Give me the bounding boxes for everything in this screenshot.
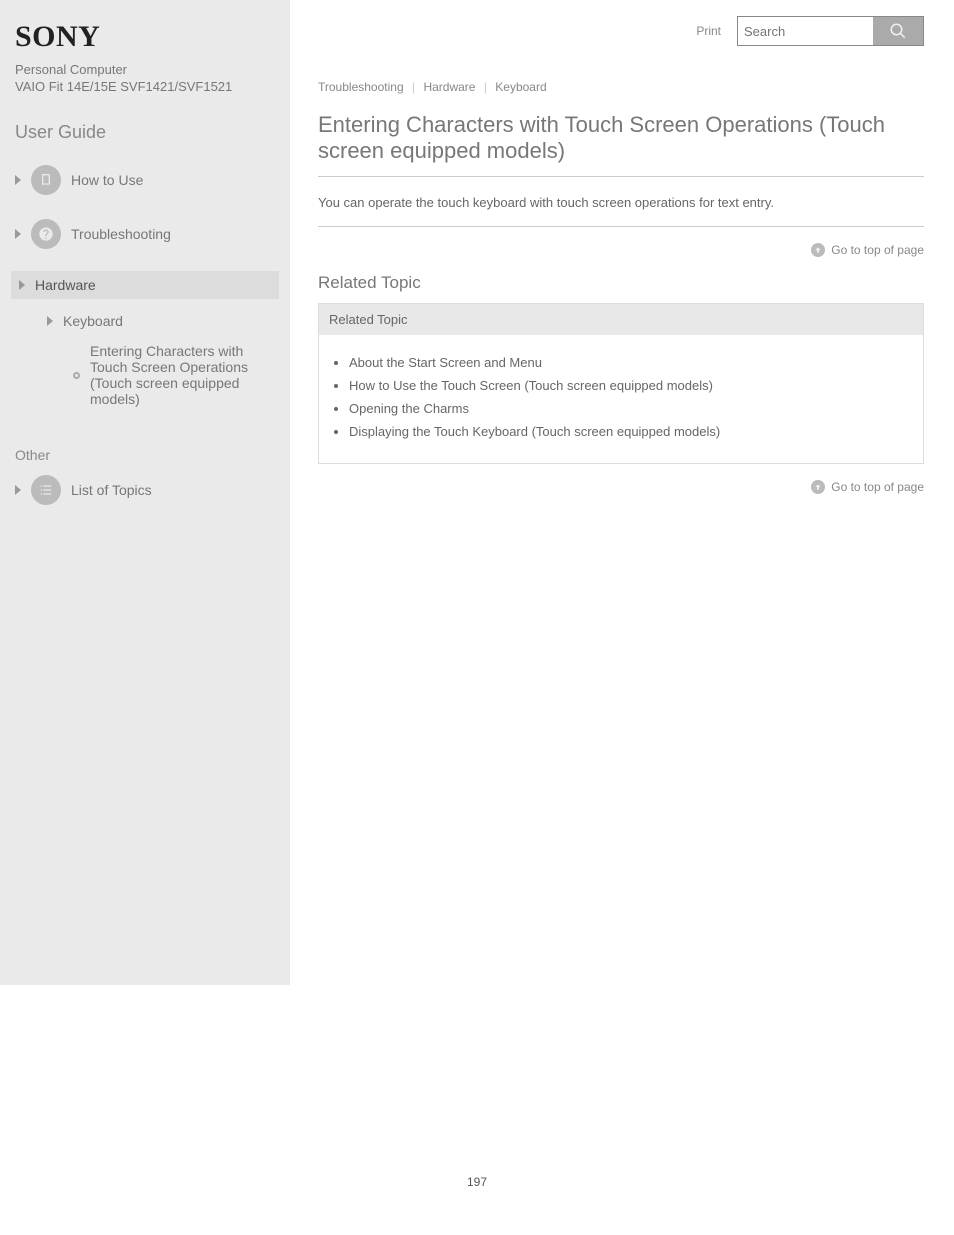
other-heading: Other xyxy=(15,447,275,463)
nav-troubleshooting[interactable]: Troubleshooting xyxy=(15,217,275,251)
related-item[interactable]: Displaying the Touch Keyboard (Touch scr… xyxy=(349,424,901,439)
main-content: Print Troubleshooting | Hardware | Keybo… xyxy=(290,0,954,985)
question-icon xyxy=(31,219,61,249)
nav-label: Entering Characters with Touch Screen Op… xyxy=(90,343,275,407)
book-icon xyxy=(31,165,61,195)
goto-top-label: Go to top of page xyxy=(831,480,924,494)
arrow-up-icon xyxy=(811,243,825,257)
search-box xyxy=(737,16,924,46)
user-guide-heading: User Guide xyxy=(15,122,275,143)
search-button[interactable] xyxy=(873,17,923,45)
nav-label: List of Topics xyxy=(71,482,152,498)
nav-label: Hardware xyxy=(35,277,96,293)
breadcrumb-separator: | xyxy=(412,80,415,94)
page-number: 197 xyxy=(0,985,954,1219)
related-box: Related Topic About the Start Screen and… xyxy=(318,303,924,464)
arrow-up-icon xyxy=(811,480,825,494)
nav-hardware[interactable]: Hardware xyxy=(11,271,279,299)
bullet-icon xyxy=(73,372,80,379)
nav-how-to-use[interactable]: How to Use xyxy=(15,163,275,197)
sidebar: SONY Personal Computer VAIO Fit 14E/15E … xyxy=(0,0,290,985)
list-icon xyxy=(31,475,61,505)
article-body: You can operate the touch keyboard with … xyxy=(318,193,924,214)
goto-top-link[interactable]: Go to top of page xyxy=(318,480,924,494)
top-row: Print xyxy=(318,16,924,46)
breadcrumb-separator: | xyxy=(484,80,487,94)
nav-label: How to Use xyxy=(71,172,143,188)
nav-keyboard[interactable]: Keyboard xyxy=(47,313,275,329)
related-item[interactable]: Opening the Charms xyxy=(349,401,901,416)
divider xyxy=(318,176,924,177)
breadcrumb: Troubleshooting | Hardware | Keyboard xyxy=(318,80,924,94)
nav-current-topic[interactable]: Entering Characters with Touch Screen Op… xyxy=(73,343,275,407)
chevron-right-icon xyxy=(19,280,25,290)
nav-label: Keyboard xyxy=(63,313,123,329)
divider xyxy=(318,226,924,227)
breadcrumb-item[interactable]: Troubleshooting xyxy=(318,80,404,94)
goto-top-label: Go to top of page xyxy=(831,243,924,257)
product-model: VAIO Fit 14E/15E SVF1421/SVF1521 xyxy=(15,79,275,94)
brand-logo: SONY xyxy=(15,20,275,54)
related-section-title: Related Topic xyxy=(318,273,924,293)
chevron-right-icon xyxy=(15,229,21,239)
article-title: Entering Characters with Touch Screen Op… xyxy=(318,112,924,164)
breadcrumb-item[interactable]: Keyboard xyxy=(495,80,546,94)
related-header: Related Topic xyxy=(319,304,923,335)
print-link[interactable]: Print xyxy=(696,24,721,38)
related-item[interactable]: How to Use the Touch Screen (Touch scree… xyxy=(349,378,901,393)
chevron-right-icon xyxy=(15,175,21,185)
product-name: Personal Computer xyxy=(15,62,275,77)
related-list: About the Start Screen and Menu How to U… xyxy=(319,335,923,463)
search-input[interactable] xyxy=(738,17,873,45)
chevron-right-icon xyxy=(47,316,53,326)
chevron-right-icon xyxy=(15,485,21,495)
search-icon xyxy=(889,22,907,40)
goto-top-link[interactable]: Go to top of page xyxy=(318,243,924,257)
nav-label: Troubleshooting xyxy=(71,226,171,242)
related-item[interactable]: About the Start Screen and Menu xyxy=(349,355,901,370)
breadcrumb-item[interactable]: Hardware xyxy=(423,80,475,94)
nav-list-of-topics[interactable]: List of Topics xyxy=(15,473,275,507)
